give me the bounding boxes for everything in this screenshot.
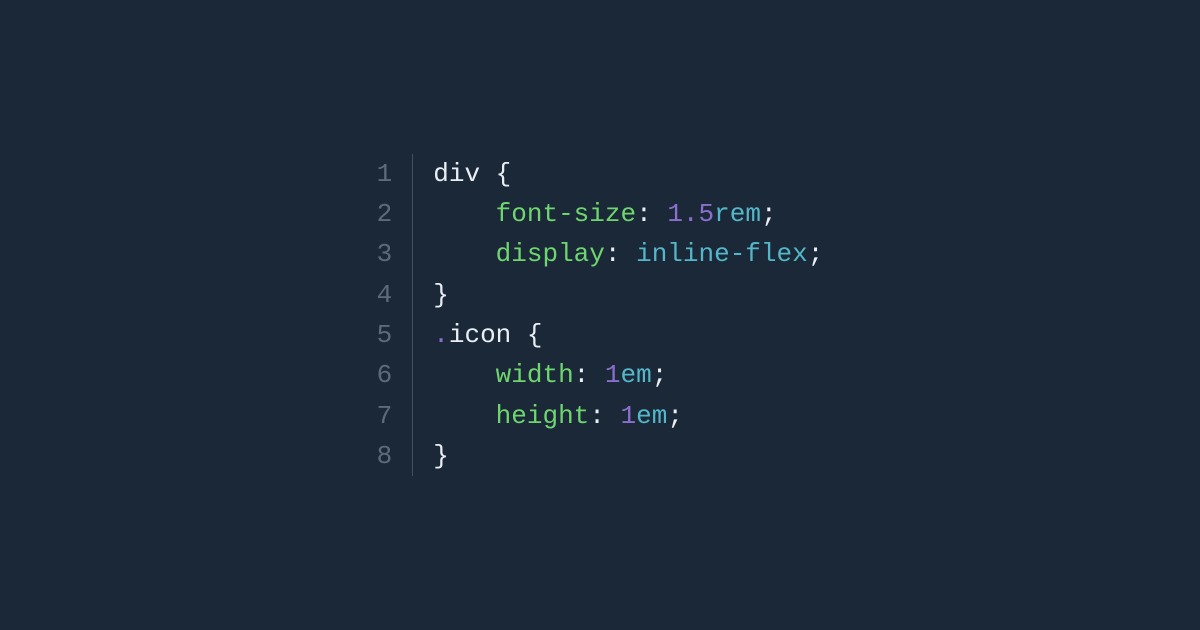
code-line: } — [433, 436, 823, 476]
line-number: 8 — [377, 436, 393, 476]
code-line: div { — [433, 154, 823, 194]
code-block: 12345678 div { font-size: 1.5rem; displa… — [377, 154, 824, 476]
indent — [433, 194, 495, 234]
token: : — [574, 360, 590, 390]
token: rem — [714, 199, 761, 229]
line-number: 1 — [377, 154, 393, 194]
token: width — [496, 360, 574, 390]
token: 1 — [667, 199, 683, 229]
token: ; — [667, 401, 683, 431]
code-line: width: 1em; — [433, 355, 823, 395]
token: 1 — [621, 401, 637, 431]
token: 1 — [605, 360, 621, 390]
token: em — [621, 360, 652, 390]
token: em — [636, 401, 667, 431]
token: 5 — [699, 199, 715, 229]
code-line: height: 1em; — [433, 396, 823, 436]
token: } — [433, 441, 449, 471]
indent — [433, 234, 495, 274]
token: div — [433, 159, 495, 189]
code-content: div { font-size: 1.5rem; display: inline… — [415, 154, 823, 476]
code-line: font-size: 1.5rem; — [433, 194, 823, 234]
token: inline-flex — [636, 239, 808, 269]
gutter-rule — [412, 154, 413, 476]
token — [589, 360, 605, 390]
code-line: display: inline-flex; — [433, 234, 823, 274]
token: ; — [652, 360, 668, 390]
token: { — [527, 320, 543, 350]
token: height — [496, 401, 590, 431]
token: : — [589, 401, 605, 431]
indent — [433, 396, 495, 436]
indent — [433, 355, 495, 395]
line-number: 5 — [377, 315, 393, 355]
token — [652, 199, 668, 229]
token: } — [433, 280, 449, 310]
token — [605, 401, 621, 431]
line-number: 4 — [377, 275, 393, 315]
token: display — [496, 239, 605, 269]
line-number: 2 — [377, 194, 393, 234]
line-number-gutter: 12345678 — [377, 154, 413, 476]
token: icon — [449, 320, 527, 350]
line-number: 3 — [377, 234, 393, 274]
code-line: } — [433, 275, 823, 315]
token: . — [683, 199, 699, 229]
token: ; — [761, 199, 777, 229]
token: { — [496, 159, 512, 189]
line-number: 6 — [377, 355, 393, 395]
line-number: 7 — [377, 396, 393, 436]
token — [620, 239, 636, 269]
token: ; — [808, 239, 824, 269]
code-line: .icon { — [433, 315, 823, 355]
token: font-size — [496, 199, 636, 229]
token: : — [636, 199, 652, 229]
token: : — [605, 239, 621, 269]
token: . — [433, 320, 449, 350]
